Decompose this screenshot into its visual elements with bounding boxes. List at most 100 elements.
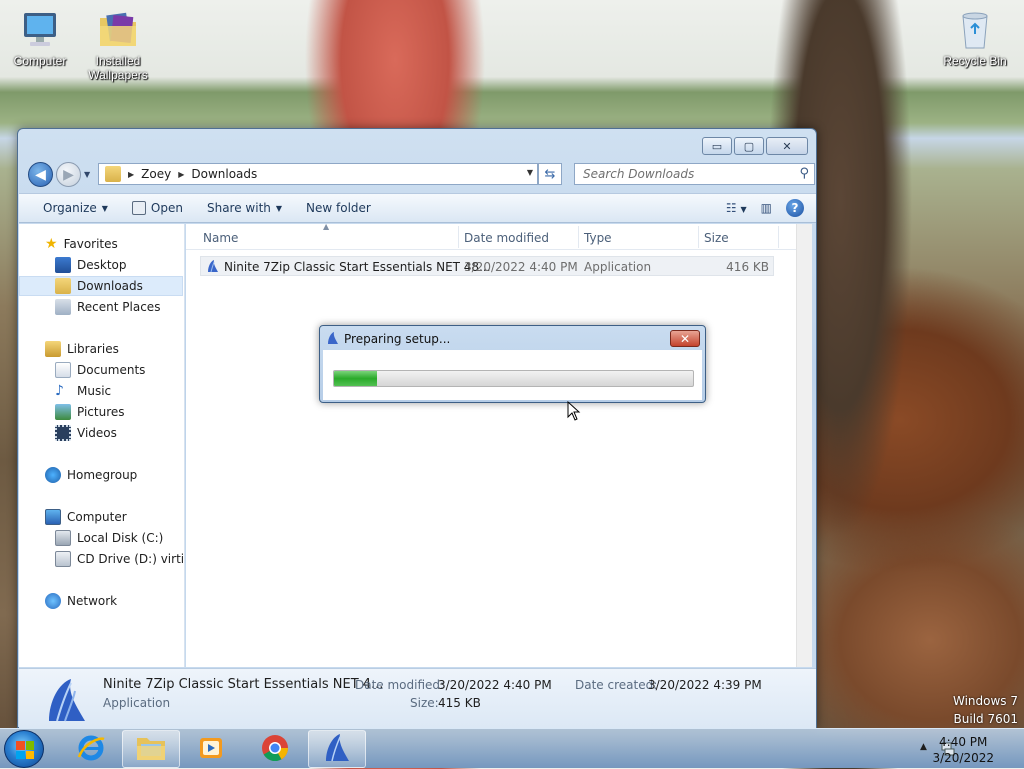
share-with-button[interactable]: Share with ▼ bbox=[207, 201, 282, 215]
close-icon: ✕ bbox=[679, 331, 691, 346]
nav-videos[interactable]: Videos bbox=[19, 423, 183, 443]
internet-explorer-icon bbox=[76, 733, 106, 766]
ninite-icon bbox=[326, 331, 340, 348]
nav-network[interactable]: Network bbox=[19, 591, 183, 611]
nav-label: Computer bbox=[67, 510, 127, 524]
column-name[interactable]: Name bbox=[203, 231, 238, 245]
breadcrumb-zoey[interactable]: Zoey bbox=[141, 167, 171, 181]
nav-label: Downloads bbox=[77, 279, 143, 293]
desktop-icon-label: Installed Wallpapers bbox=[88, 54, 148, 82]
details-date-modified: 3/20/2022 4:40 PM bbox=[438, 678, 552, 692]
nav-desktop[interactable]: Desktop bbox=[19, 255, 183, 275]
desktop-icon bbox=[55, 257, 71, 273]
recent-pages-dropdown[interactable]: ▼ bbox=[84, 170, 90, 179]
taskbar-media-player[interactable] bbox=[182, 730, 240, 768]
close-button[interactable]: ✕ bbox=[766, 137, 808, 155]
share-with-label: Share with bbox=[206, 201, 271, 215]
hard-drive-icon bbox=[55, 530, 71, 546]
nav-label: Network bbox=[67, 594, 118, 608]
close-icon: ✕ bbox=[782, 139, 792, 153]
windows-build-watermark: Windows 7 Build 7601 bbox=[953, 692, 1018, 728]
explorer-window: ▭ ▢ ✕ ◀ ▶ ▼ ▶ Zoey ▶ Downloads ▼ ⇆ Searc… bbox=[17, 128, 817, 728]
taskbar-ninite[interactable] bbox=[308, 730, 366, 768]
desktop-icon-recycle-bin[interactable]: Recycle Bin bbox=[935, 8, 1015, 68]
details-size-label: Size: bbox=[410, 696, 439, 710]
open-button[interactable]: Open bbox=[131, 201, 183, 215]
network-icon bbox=[45, 593, 61, 609]
file-name: Ninite 7Zip Classic Start Essentials NET… bbox=[224, 260, 491, 274]
nav-downloads[interactable]: Downloads bbox=[19, 276, 183, 296]
nav-homegroup[interactable]: Homegroup bbox=[19, 465, 183, 485]
nav-pictures[interactable]: Pictures bbox=[19, 402, 183, 422]
open-label: Open bbox=[150, 201, 183, 215]
dialog-title: Preparing setup... bbox=[344, 332, 451, 346]
address-dropdown-icon[interactable]: ▼ bbox=[527, 168, 533, 177]
show-hidden-icons-button[interactable]: ▲ bbox=[920, 742, 927, 752]
progress-bar bbox=[333, 370, 694, 387]
file-list: Name ▲ Date modified Type Size Ninite 7Z… bbox=[186, 222, 812, 667]
details-file-name: Ninite 7Zip Classic Start Essentials NET… bbox=[103, 677, 384, 692]
organize-button[interactable]: Organize ▼ bbox=[43, 201, 108, 215]
taskbar: ▲ 4:40 PM 3/20/2022 bbox=[0, 728, 1024, 768]
new-folder-label: New folder bbox=[306, 201, 371, 215]
help-button[interactable]: ? bbox=[786, 199, 804, 217]
nav-recent-places[interactable]: Recent Places bbox=[19, 297, 183, 317]
forward-button[interactable]: ▶ bbox=[56, 162, 81, 187]
column-type[interactable]: Type bbox=[584, 231, 612, 245]
desktop-icon-computer[interactable]: Computer bbox=[0, 8, 80, 68]
nav-favorites[interactable]: ★ Favorites bbox=[19, 234, 183, 254]
videos-icon bbox=[55, 425, 71, 441]
ninite-icon bbox=[323, 733, 351, 766]
details-size: 415 KB bbox=[438, 696, 481, 710]
details-pane: Ninite 7Zip Classic Start Essentials NET… bbox=[19, 668, 816, 728]
file-date-modified: 3/20/2022 4:40 PM bbox=[464, 260, 578, 274]
breadcrumb-downloads[interactable]: Downloads bbox=[191, 167, 257, 181]
maximize-icon: ▢ bbox=[743, 139, 755, 153]
details-file-type: Application bbox=[103, 696, 171, 710]
table-row[interactable]: Ninite 7Zip Classic Start Essentials NET… bbox=[200, 256, 774, 276]
nav-documents[interactable]: Documents bbox=[19, 360, 183, 380]
preview-pane-button[interactable]: ▥ bbox=[761, 201, 772, 215]
system-tray: ▲ 4:40 PM 3/20/2022 bbox=[874, 729, 1024, 769]
minimize-button[interactable]: ▭ bbox=[702, 137, 732, 155]
search-input[interactable]: Search Downloads ⚲ bbox=[574, 163, 815, 185]
nav-computer[interactable]: Computer bbox=[19, 507, 183, 527]
taskbar-internet-explorer[interactable] bbox=[62, 730, 120, 768]
file-size: 416 KB bbox=[726, 260, 769, 274]
column-size[interactable]: Size bbox=[704, 231, 729, 245]
help-icon: ? bbox=[791, 201, 799, 215]
nav-label: Desktop bbox=[77, 258, 127, 272]
dialog-close-button[interactable]: ✕ bbox=[670, 330, 700, 347]
back-button[interactable]: ◀ bbox=[28, 162, 53, 187]
taskbar-windows-explorer[interactable] bbox=[122, 730, 180, 768]
new-folder-button[interactable]: New folder bbox=[306, 201, 371, 215]
column-headers: Name ▲ Date modified Type Size bbox=[186, 222, 812, 250]
nav-cd-drive[interactable]: CD Drive (D:) virtio-w bbox=[19, 549, 183, 569]
desktop-icon-label: Computer bbox=[13, 54, 67, 68]
star-icon: ★ bbox=[45, 236, 58, 252]
nav-music[interactable]: ♪ Music bbox=[19, 381, 183, 401]
pictures-icon bbox=[55, 404, 71, 420]
nav-label: Libraries bbox=[67, 342, 119, 356]
vertical-scrollbar[interactable] bbox=[796, 224, 812, 667]
nav-libraries[interactable]: Libraries bbox=[19, 339, 183, 359]
desktop-icon-installed-wallpapers[interactable]: Installed Wallpapers bbox=[78, 8, 158, 82]
nav-label: Local Disk (C:) bbox=[77, 531, 164, 545]
start-button[interactable] bbox=[4, 730, 44, 768]
change-view-button[interactable]: ☷ ▼ bbox=[726, 201, 747, 215]
windows-logo-icon bbox=[16, 741, 34, 759]
libraries-icon bbox=[45, 341, 61, 357]
media-player-icon bbox=[197, 734, 225, 765]
refresh-button[interactable]: ⇆ bbox=[538, 163, 562, 185]
ninite-icon bbox=[206, 259, 220, 276]
system-clock[interactable]: 4:40 PM 3/20/2022 bbox=[932, 734, 994, 766]
computer-icon bbox=[45, 509, 61, 525]
progress-fill bbox=[334, 371, 378, 386]
search-icon[interactable]: ⚲ bbox=[799, 166, 809, 181]
column-date-modified[interactable]: Date modified bbox=[464, 231, 549, 245]
address-bar[interactable]: ▶ Zoey ▶ Downloads ▼ bbox=[98, 163, 538, 185]
taskbar-chrome[interactable] bbox=[246, 730, 304, 768]
maximize-button[interactable]: ▢ bbox=[734, 137, 764, 155]
file-type: Application bbox=[584, 260, 652, 274]
nav-local-disk[interactable]: Local Disk (C:) bbox=[19, 528, 183, 548]
